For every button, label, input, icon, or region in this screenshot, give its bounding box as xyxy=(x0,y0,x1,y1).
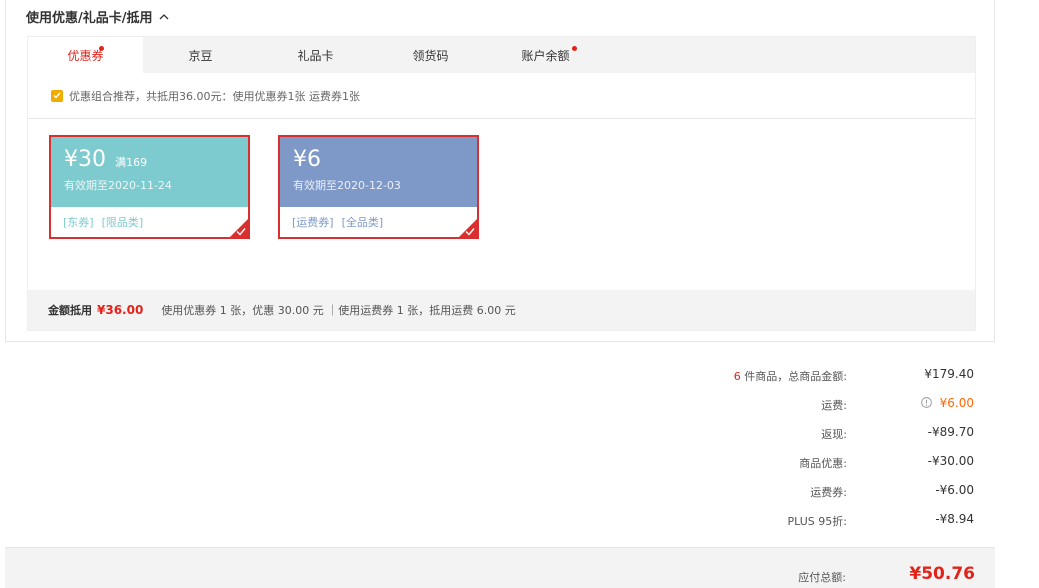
combo-text: 优惠组合推荐，共抵用36.00元：使用优惠券1张 运费券1张 xyxy=(69,89,360,103)
shipping-value-wrap: ¥6.00 xyxy=(920,396,974,410)
section-title: 使用优惠/礼品卡/抵用 xyxy=(26,11,153,26)
freight-coupon-label: 运费券: xyxy=(810,486,847,499)
plus-discount-value: -¥8.94 xyxy=(935,512,974,526)
coupon-card[interactable]: ¥6 有效期至2020-12-03 [运费券] [全品类] xyxy=(278,135,479,239)
coupon-amount: ¥6 xyxy=(293,147,321,172)
tab-label: 礼品卡 xyxy=(297,48,334,63)
tab-jingdou[interactable]: 京豆 xyxy=(143,37,258,73)
coupon-validity: 有效期至2020-11-24 xyxy=(64,179,172,192)
plus-discount-row: PLUS 95折: -¥8.94 xyxy=(0,509,1039,529)
coupon-tag: [全品类] xyxy=(341,216,384,229)
tab-label: 领货码 xyxy=(412,48,449,63)
combo-recommendation: 优惠组合推荐，共抵用36.00元：使用优惠券1张 运费券1张 xyxy=(28,73,975,119)
shipping-label: 运费: xyxy=(821,399,847,412)
check-icon xyxy=(465,228,475,236)
coupon-tag: [运费券] xyxy=(292,216,334,229)
notification-dot xyxy=(572,46,577,51)
deduction-summary: 金额抵用 ¥36.00 使用优惠券 1 张，优惠 30.00 元 ｜使用运费券 … xyxy=(28,290,975,330)
section-header[interactable]: 使用优惠/礼品卡/抵用 xyxy=(26,7,169,26)
notification-dot xyxy=(99,46,104,51)
coupon-condition: 满169 xyxy=(115,156,148,169)
discount-row: 商品优惠: -¥30.00 xyxy=(0,451,1039,471)
coupon-tag: [限品类] xyxy=(101,216,144,229)
tab-pickup-code[interactable]: 领货码 xyxy=(373,37,488,73)
freight-coupon-row: 运费券: -¥6.00 xyxy=(0,480,1039,500)
discount-label: 商品优惠: xyxy=(799,457,847,470)
tab-account-balance[interactable]: 账户余额 xyxy=(488,37,603,73)
coupon-amount: ¥30 xyxy=(64,147,106,172)
checkmark-icon xyxy=(53,92,61,99)
coupon-face: ¥30 满169 有效期至2020-11-24 xyxy=(51,137,248,207)
checkbox[interactable] xyxy=(51,89,63,102)
payable-bar: 应付总额: ¥50.76 xyxy=(5,547,995,588)
payable-value: ¥50.76 xyxy=(909,564,975,584)
tab-gift-card[interactable]: 礼品卡 xyxy=(258,37,373,73)
goods-total-row: 6 件商品，总商品金额: ¥179.40 xyxy=(0,364,1039,384)
tab-label: 账户余额 xyxy=(521,48,570,63)
coupon-face: ¥6 有效期至2020-12-03 xyxy=(280,137,477,207)
coupon-validity: 有效期至2020-12-03 xyxy=(293,179,401,192)
coupon-tag: [东券] xyxy=(63,216,94,229)
cashback-label: 返现: xyxy=(821,428,847,441)
check-icon xyxy=(236,228,246,236)
chevron-up-icon[interactable] xyxy=(159,12,169,22)
item-count: 6 xyxy=(733,370,741,383)
plus-discount-label: PLUS 95折: xyxy=(787,515,847,528)
summary-value: ¥36.00 xyxy=(97,303,144,317)
coupon-tags: [运费券] [全品类] xyxy=(280,207,477,237)
coupon-box: 优惠券 京豆 礼品卡 领货码 账户余额 优惠组合推荐，共抵用36.00元：使用优… xyxy=(27,36,976,331)
tab-bar: 优惠券 京豆 礼品卡 领货码 账户余额 xyxy=(28,37,975,73)
coupon-tags: [东券] [限品类] xyxy=(51,207,248,237)
tab-coupons[interactable]: 优惠券 xyxy=(28,37,143,73)
cashback-row: 返现: -¥89.70 xyxy=(0,422,1039,442)
goods-total-value: ¥179.40 xyxy=(924,367,974,381)
coupon-panel: 使用优惠/礼品卡/抵用 优惠券 京豆 礼品卡 领货码 账户余额 优惠组合推荐，共… xyxy=(5,0,995,342)
shipping-value: ¥6.00 xyxy=(939,396,974,410)
cashback-value: -¥89.70 xyxy=(927,425,974,439)
summary-label: 金额抵用 xyxy=(48,304,92,317)
freight-coupon-value: -¥6.00 xyxy=(935,483,974,497)
info-icon[interactable] xyxy=(920,397,932,408)
discount-value: -¥30.00 xyxy=(927,454,974,468)
coupon-card[interactable]: ¥30 满169 有效期至2020-11-24 [东券] [限品类] xyxy=(49,135,250,239)
goods-total-label: 6 件商品，总商品金额: xyxy=(734,368,847,384)
item-count-suffix: 件商品，总商品金额: xyxy=(740,370,847,383)
summary-detail: 使用优惠券 1 张，优惠 30.00 元 ｜使用运费券 1 张，抵用运费 6.0… xyxy=(161,304,516,317)
tab-label: 京豆 xyxy=(188,48,213,63)
payable-label: 应付总额: xyxy=(798,571,846,584)
shipping-row: 运费: ¥6.00 xyxy=(0,393,1039,413)
